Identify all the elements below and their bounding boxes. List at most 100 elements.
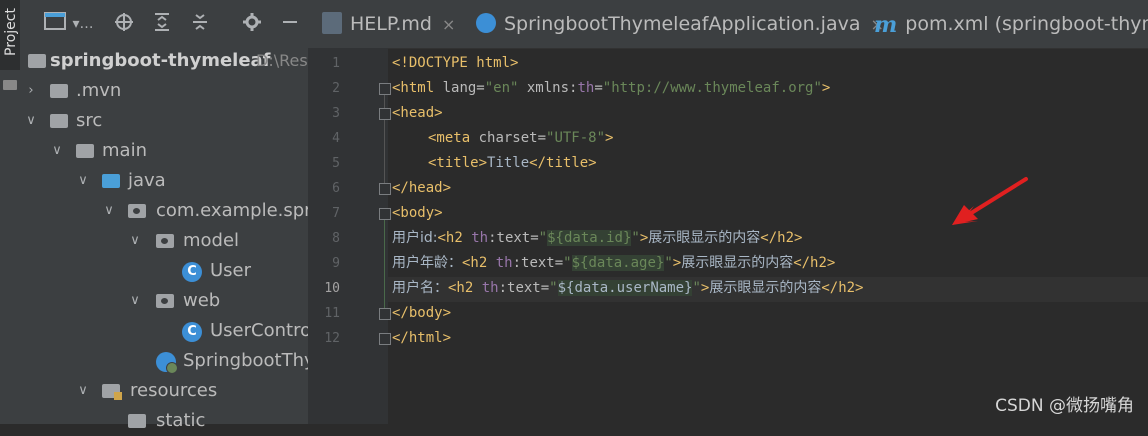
- folder-icon: [128, 414, 146, 428]
- namespace-token: th: [577, 80, 595, 96]
- expression-token: ${data.userName}: [557, 280, 693, 296]
- tree-item-usercontroller[interactable]: C UserContro: [20, 316, 312, 346]
- code-line-11: </body>: [392, 301, 451, 326]
- line-number: 7: [332, 206, 340, 221]
- string-token: ": [692, 280, 701, 296]
- code-area[interactable]: <!DOCTYPE html> <html lang="en" xmlns:th…: [392, 51, 864, 346]
- tree-label: model: [183, 230, 240, 251]
- folder-icon: [50, 114, 68, 128]
- tree-label: resources: [130, 380, 218, 401]
- tree-item-src[interactable]: ∨ src: [20, 106, 308, 136]
- source-folder-icon: [102, 174, 120, 188]
- chevron-down-icon[interactable]: ∨: [24, 106, 38, 136]
- tree-item-mvn[interactable]: › .mvn: [20, 76, 308, 106]
- tag-token: <html: [392, 80, 435, 96]
- fold-marker-icon[interactable]: [379, 183, 391, 195]
- tag-token: </body>: [392, 305, 452, 321]
- fold-marker-icon[interactable]: [379, 83, 391, 95]
- folder-icon[interactable]: [3, 80, 17, 90]
- tag-token: </h2>: [821, 280, 864, 296]
- tree-item-model[interactable]: ∨ model: [20, 226, 308, 256]
- tag-token: <body>: [392, 205, 443, 221]
- line-number: 1: [332, 56, 340, 71]
- java-class-icon: [476, 12, 496, 33]
- text-token: 展示眼显示的内容: [648, 230, 761, 246]
- text-token: 用户年龄：: [392, 255, 462, 271]
- view-mode-icon[interactable]: [42, 12, 68, 36]
- expression-token: ${data.id}: [547, 230, 632, 246]
- tree-item-web[interactable]: ∨ web: [20, 286, 308, 316]
- dropdown-icon[interactable]: ▾…: [70, 12, 96, 36]
- code-line-4: <meta charset="UTF-8">: [428, 126, 613, 151]
- resources-folder-icon: [102, 384, 122, 400]
- fold-marker-icon[interactable]: [379, 308, 391, 320]
- package-icon: [156, 234, 174, 248]
- code-line-8: 用户id:<h2 th:text="${data.id}">展示眼显示的内容</…: [392, 226, 802, 251]
- tag-token: </html>: [392, 330, 452, 346]
- line-number: 11: [324, 306, 340, 321]
- collapse-all-icon[interactable]: [188, 12, 212, 36]
- package-icon: [156, 294, 174, 308]
- tree-label: UserContro: [210, 320, 312, 341]
- code-line-5: <title>Title</title>: [428, 151, 597, 176]
- root-project-path: D:\Res: [256, 51, 308, 70]
- chevron-right-icon[interactable]: ›: [24, 76, 38, 106]
- tree-label: User: [210, 260, 252, 281]
- line-gutter: 1 2 3 4 5 6 7 8 9 10 11 12: [308, 48, 391, 424]
- tag-token: <h2: [462, 255, 488, 271]
- line-number: 6: [332, 181, 340, 196]
- code-line-7: <body>: [392, 201, 443, 226]
- fold-guide: [384, 93, 385, 183]
- fold-marker-icon[interactable]: [379, 108, 391, 120]
- tree-item-java[interactable]: ∨ java: [20, 166, 308, 196]
- line-number-current: 10: [324, 281, 340, 296]
- package-icon: [128, 204, 146, 218]
- tree-item-application[interactable]: SpringbootThy: [20, 346, 315, 376]
- chevron-down-icon[interactable]: ∨: [76, 166, 90, 196]
- gear-icon[interactable]: [240, 12, 264, 36]
- fold-marker-icon[interactable]: [379, 208, 391, 220]
- text-token: 用户名：: [392, 280, 448, 296]
- tree-item-main[interactable]: ∨ main: [20, 136, 308, 166]
- tag-token: >: [672, 255, 682, 271]
- expand-all-icon[interactable]: [150, 12, 174, 36]
- locate-icon[interactable]: [112, 12, 136, 36]
- tab-label: HELP.md: [350, 13, 432, 35]
- string-token: ": [549, 280, 558, 296]
- chevron-down-icon[interactable]: ∨: [50, 136, 64, 166]
- tag-token: </title>: [529, 155, 597, 171]
- namespace-token: th: [487, 255, 513, 271]
- tree-root[interactable]: ∨ springboot-thymeleaf D:\Res: [20, 46, 308, 76]
- tab-pom-xml[interactable]: m pom.xml (springboot-thyme: [874, 0, 1148, 48]
- close-icon[interactable]: ×: [442, 15, 455, 34]
- namespace-token: th: [473, 280, 499, 296]
- folder-icon: [28, 54, 46, 68]
- string-token: "UTF-8": [546, 130, 606, 146]
- tab-label: pom.xml (springboot-thyme: [905, 13, 1148, 35]
- minimize-icon[interactable]: [278, 12, 302, 36]
- tag-token: >: [605, 130, 614, 146]
- tree-label: .mvn: [76, 80, 122, 101]
- code-line-3: <head>: [392, 101, 443, 126]
- chevron-down-icon[interactable]: ∨: [76, 376, 90, 406]
- chevron-down-icon[interactable]: ∨: [128, 286, 142, 316]
- tree-label: java: [128, 170, 166, 191]
- tab-application-java[interactable]: SpringbootThymeleafApplication.java ×: [464, 0, 884, 48]
- fold-marker-icon[interactable]: [379, 333, 391, 345]
- project-tool-tab[interactable]: Project: [0, 0, 20, 70]
- tag-token: <title>: [428, 155, 488, 171]
- tag-token: </h2>: [760, 230, 803, 246]
- tree-item-user[interactable]: C User: [20, 256, 308, 286]
- tree-item-package[interactable]: ∨ com.example.spri: [20, 196, 316, 226]
- text-token: Title: [487, 155, 530, 171]
- tab-help-md[interactable]: HELP.md ×: [308, 0, 472, 48]
- tree-label: src: [76, 110, 103, 131]
- editor-tab-bar: HELP.md × SpringbootThymeleafApplication.…: [308, 0, 1148, 49]
- attr-token: =: [594, 80, 603, 96]
- spring-boot-app-icon: [156, 352, 178, 374]
- tree-item-resources[interactable]: ∨ resources: [20, 376, 308, 406]
- chevron-down-icon[interactable]: ∨: [128, 226, 142, 256]
- chevron-down-icon[interactable]: ∨: [102, 196, 116, 226]
- code-line-1: <!DOCTYPE html>: [392, 51, 518, 76]
- tree-item-static[interactable]: static: [20, 406, 308, 436]
